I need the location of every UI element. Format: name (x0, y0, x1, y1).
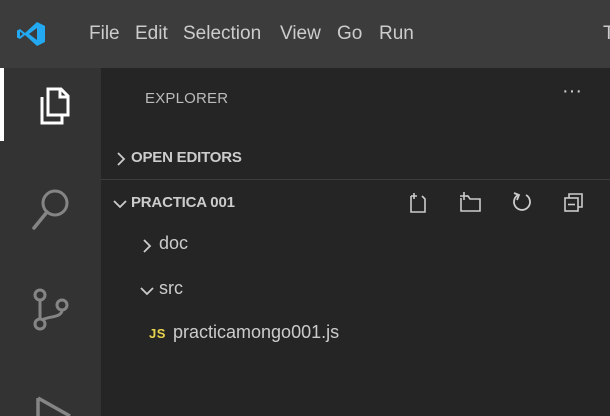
explorer-sidebar: EXPLORER ··· OPEN EDITORS PRACTICA 001 d… (101, 68, 610, 416)
more-actions-button[interactable]: ··· (555, 80, 589, 110)
activity-bar (0, 68, 101, 416)
menu-run[interactable]: Run (379, 22, 414, 46)
chevron-right-icon (117, 152, 126, 166)
new-file-icon[interactable] (406, 190, 430, 214)
tree-item-label: doc (159, 233, 189, 253)
section-divider (101, 179, 610, 180)
refresh-icon[interactable] (510, 190, 534, 214)
tree-item-label: practicamongo001.js (173, 322, 340, 342)
tree-item-label: src (159, 278, 183, 298)
open-editors-label: OPEN EDITORS (131, 149, 242, 166)
tree-item-doc[interactable]: doc (101, 228, 610, 260)
run-icon[interactable] (36, 396, 72, 416)
chevron-right-icon (143, 239, 152, 253)
menu-terminal[interactable]: T (603, 22, 610, 46)
chevron-down-icon (140, 287, 154, 296)
menu-file[interactable]: File (89, 22, 120, 46)
search-icon[interactable] (30, 186, 74, 236)
menu-edit[interactable]: Edit (135, 22, 168, 46)
active-indicator (0, 68, 4, 141)
title-bar: File Edit Selection View Go Run T (0, 0, 610, 68)
collapse-all-icon[interactable] (562, 190, 586, 214)
menu-go[interactable]: Go (337, 22, 362, 46)
menu-selection[interactable]: Selection (183, 22, 261, 46)
tree-item-src[interactable]: src (101, 273, 610, 305)
explorer-icon[interactable] (30, 85, 72, 127)
workspace-folder-label: PRACTICA 001 (131, 194, 235, 211)
open-editors-header[interactable]: OPEN EDITORS (101, 141, 610, 175)
folder-actions (406, 190, 606, 216)
js-file-icon: JS (149, 326, 166, 341)
explorer-title: EXPLORER (145, 90, 229, 107)
new-folder-icon[interactable] (458, 190, 482, 214)
menu-view[interactable]: View (280, 22, 321, 46)
chevron-down-icon (113, 200, 127, 209)
source-control-icon[interactable] (30, 286, 74, 336)
tree-item-file[interactable]: JS practicamongo001.js (101, 317, 610, 349)
vscode-logo-icon (17, 22, 45, 46)
